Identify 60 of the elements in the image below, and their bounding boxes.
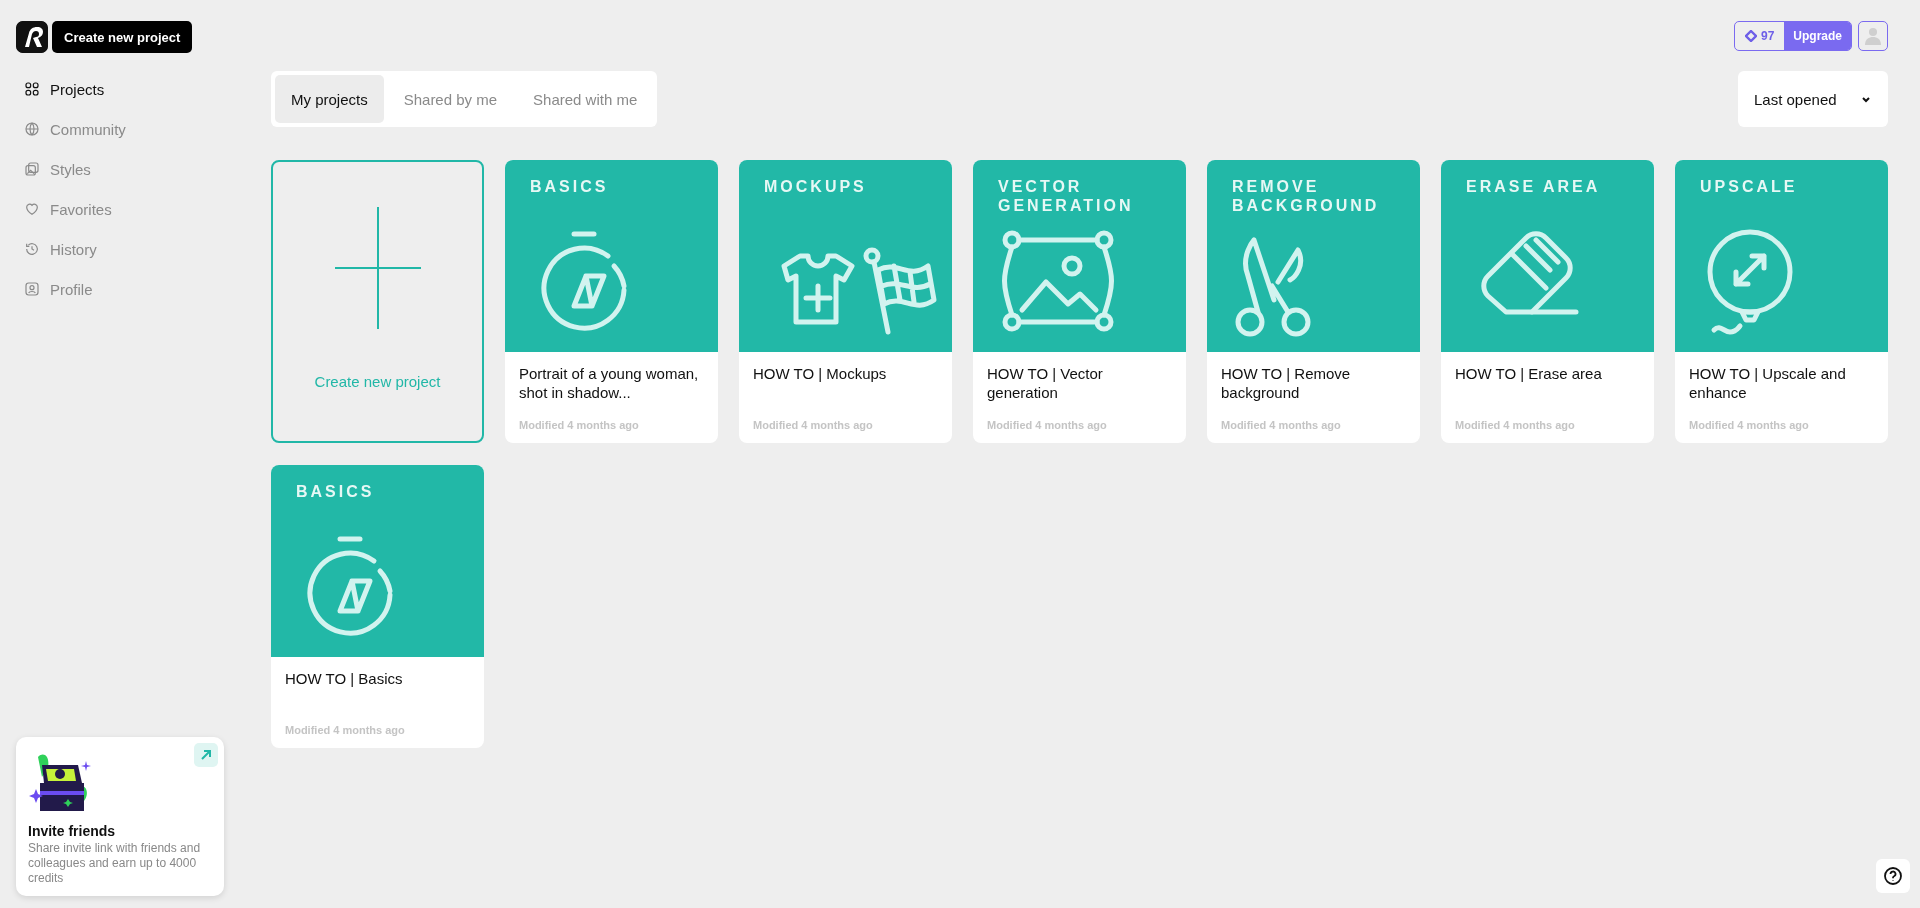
logo-icon[interactable]: [16, 21, 48, 53]
project-card[interactable]: MOCKUPS HOW TO | Mockups Modified 4 months ago: [739, 160, 952, 443]
grid-icon: [24, 81, 40, 97]
banner-title: ERASE AREA: [1466, 177, 1602, 196]
banner-title: BASICS: [296, 482, 376, 501]
eraser-icon: [1481, 231, 1579, 315]
user-icon: [24, 281, 40, 297]
user-silhouette-icon: [1864, 27, 1882, 45]
tab[interactable]: Shared with me: [517, 75, 654, 123]
modified-date: Modified 4 months ago: [753, 419, 874, 431]
upgrade-button[interactable]: Upgrade: [1784, 22, 1851, 50]
history-icon: [24, 241, 40, 257]
diamond-icon: [1744, 30, 1757, 42]
project-card[interactable]: ERASE AREA HOW TO | Erase area Modified 4 months ago: [1441, 160, 1654, 443]
project-title: HOW TO | Remove background: [1221, 364, 1352, 402]
create-project-label: Create new project: [314, 373, 441, 390]
sort-dropdown[interactable]: Last opened: [1738, 71, 1888, 127]
arrow-up-right-icon: [199, 748, 213, 762]
tab[interactable]: My projects: [275, 75, 384, 123]
balloon-icon: [1707, 229, 1793, 335]
project-title: Portrait of a young woman, shot in shadow...: [519, 364, 700, 402]
shirt-and-flag-icon: [781, 247, 937, 335]
project-card[interactable]: BASICS HOW TO | Basics Modified 4 months ago: [271, 465, 484, 748]
project-card[interactable]: VECTOR GENERATION HOW TO | Vector generation Modified 4 months ago: [973, 160, 1186, 443]
modified-date: Modified 4 months ago: [519, 419, 640, 431]
plus-icon: [334, 207, 421, 329]
modified-date: Modified 4 months ago: [1455, 419, 1576, 431]
help-button[interactable]: [1876, 859, 1910, 893]
credits-counter: 97: [1734, 22, 1785, 50]
invite-description: Share invite link with friends and colleagues and earn up to 4000 credits: [28, 841, 202, 886]
images-icon: [24, 161, 40, 177]
project-title: HOW TO | Vector generation: [987, 364, 1104, 402]
modified-date: Modified 4 months ago: [1221, 419, 1342, 431]
modified-date: Modified 4 months ago: [987, 419, 1108, 431]
banner-title: UPSCALE: [1700, 177, 1799, 196]
stopwatch-icon: [307, 536, 393, 636]
banner-title: BASICS: [530, 177, 610, 196]
project-card[interactable]: UPSCALE HOW TO | Upscale and enhance Modified 4 months ago: [1675, 160, 1888, 443]
invite-title: Invite friends: [28, 823, 117, 839]
vector-frame-icon: [1002, 230, 1114, 332]
globe-icon: [24, 121, 40, 137]
project-title: HOW TO | Erase area: [1455, 364, 1603, 383]
help-icon: [1883, 866, 1903, 886]
scissors-icon: [1235, 237, 1311, 337]
stopwatch-icon: [541, 231, 627, 331]
project-card[interactable]: REMOVE BACKGROUND HOW TO | Remove background Modified 4 months ago: [1207, 160, 1420, 443]
avatar-button[interactable]: [1858, 21, 1888, 51]
create-project-button[interactable]: Create new project: [52, 21, 193, 53]
sidebar-item[interactable]: Projects: [16, 71, 239, 107]
project-card[interactable]: BASICS Portrait of a young woman, shot in shadow... Modified 4 months ago: [505, 160, 718, 443]
heart-icon: [24, 201, 40, 217]
project-title: HOW TO | Upscale and enhance: [1689, 364, 1847, 402]
modified-date: Modified 4 months ago: [285, 724, 406, 736]
banner-title: REMOVE BACKGROUND: [1232, 177, 1381, 215]
invite-card[interactable]: Invite friends Share invite link with friends and colleagues and earn up to 4000 credits: [16, 737, 224, 896]
modified-date: Modified 4 months ago: [1689, 419, 1810, 431]
banner-title: VECTOR GENERATION: [998, 177, 1135, 215]
project-title: HOW TO | Mockups: [753, 364, 888, 383]
project-title: HOW TO | Basics: [285, 669, 404, 688]
banner-title: MOCKUPS: [764, 177, 868, 196]
